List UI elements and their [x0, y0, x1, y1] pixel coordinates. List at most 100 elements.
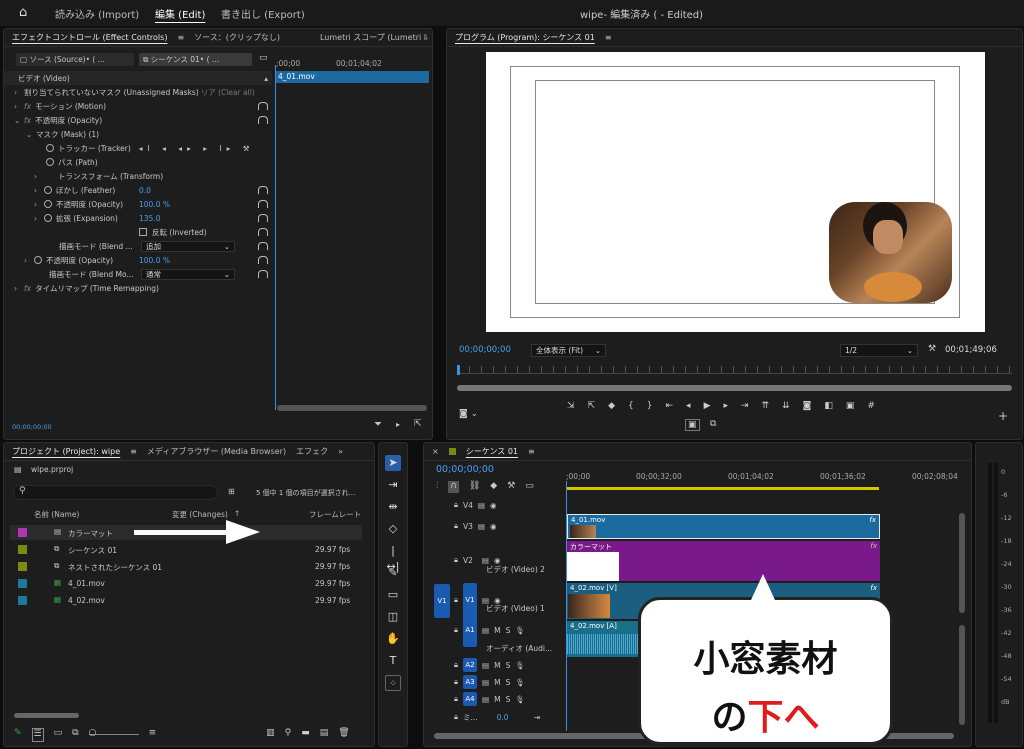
row-opacity[interactable]: ⌄ fx 不透明度 (Opacity): [4, 113, 272, 127]
lock-icon[interactable]: 🔒︎: [454, 500, 458, 510]
play-audio-icon[interactable]: ▸: [396, 420, 400, 429]
work-area-bar[interactable]: [566, 487, 879, 490]
sort-icon[interactable]: ≡: [149, 728, 157, 742]
play-icon[interactable]: ▶: [704, 401, 711, 415]
trash-icon[interactable]: 🗑: [338, 728, 349, 742]
stopwatch-icon[interactable]: [34, 256, 42, 264]
timeline-vscroll-upper[interactable]: [959, 513, 965, 613]
compare-icon[interactable]: ◧: [824, 401, 833, 415]
marker-icon[interactable]: ◆: [608, 401, 615, 415]
go-to-out-icon[interactable]: ⇥: [741, 401, 749, 415]
reset-icon[interactable]: [258, 200, 268, 208]
selection-tool-icon[interactable]: ➤: [385, 455, 401, 471]
ripple-edit-tool-icon[interactable]: ⇹: [385, 499, 401, 515]
label-color-swatch[interactable]: [18, 579, 27, 588]
clear-all-label[interactable]: リア (Clear all): [201, 87, 255, 98]
program-playhead[interactable]: [457, 365, 460, 375]
grid-icon[interactable]: #: [867, 401, 875, 415]
reset-icon[interactable]: [258, 116, 268, 124]
row-motion[interactable]: › fx モーション (Motion): [4, 99, 272, 113]
mark-in-icon[interactable]: ⇲: [567, 401, 575, 415]
solo-button[interactable]: S: [506, 678, 511, 687]
feather-value[interactable]: 0.0: [139, 186, 151, 195]
track-target-v1[interactable]: V1: [463, 583, 477, 617]
stopwatch-icon[interactable]: [46, 144, 54, 152]
new-item-icon[interactable]: ▤: [320, 728, 329, 742]
reset-icon[interactable]: [258, 186, 268, 194]
reset-icon[interactable]: [258, 242, 268, 250]
settings-wrench-icon[interactable]: ⚒: [928, 344, 936, 354]
rectangle-tool-icon[interactable]: ▭: [385, 587, 401, 603]
nest-icon[interactable]: ⫶: [436, 481, 438, 493]
lock-icon[interactable]: 🔒︎: [454, 625, 458, 635]
step-back-icon[interactable]: ◂: [686, 401, 691, 415]
vr-icon[interactable]: ▣: [685, 419, 700, 431]
tab-effect-controls[interactable]: エフェクトコントロール (Effect Controls): [12, 32, 167, 43]
menu-import[interactable]: 読み込み (Import): [55, 6, 139, 21]
header-rate[interactable]: フレームレート: [309, 509, 361, 520]
eye-icon[interactable]: ◉: [490, 522, 497, 531]
menu-export[interactable]: 書き出し (Export): [221, 6, 305, 21]
icon-view-icon[interactable]: ▭: [54, 728, 63, 742]
solo-button[interactable]: S: [506, 661, 511, 670]
menu-edit[interactable]: 編集 (Edit): [155, 6, 205, 21]
timeline-vscroll-lower[interactable]: [959, 625, 965, 725]
project-row-3[interactable]: ▦ 4_01.mov 29.97 fps: [10, 576, 362, 591]
close-tab-icon[interactable]: ×: [432, 447, 439, 456]
ec-clip-bar[interactable]: 4_01.mov: [275, 71, 429, 83]
clip-v3[interactable]: 4_01.mov fx: [567, 514, 880, 539]
tracker-controls[interactable]: ◂I ◂ ◂▸ ▸ I▸ ⚒: [139, 144, 255, 153]
mute-button[interactable]: M: [494, 626, 500, 635]
program-settings-icon[interactable]: ◙ ⌄: [459, 409, 478, 419]
captions-icon[interactable]: ▭: [525, 481, 534, 493]
label-color-swatch[interactable]: [18, 562, 27, 571]
track-target-a2[interactable]: A2: [463, 658, 477, 672]
mic-icon[interactable]: 🎙︎: [515, 695, 525, 704]
mute-button[interactable]: M: [494, 661, 500, 670]
resolution-dropdown[interactable]: 1/2 ⌄: [840, 344, 918, 357]
mix-end-icon[interactable]: ⇥: [534, 713, 540, 722]
tab-lumetri[interactable]: Lumetri スコープ (Lumetri ﾙ: [320, 32, 428, 43]
safe-margins-icon[interactable]: ▣: [846, 401, 855, 415]
mute-button[interactable]: M: [494, 695, 500, 704]
reset-icon[interactable]: [258, 270, 268, 278]
mark-out-icon[interactable]: ⇱: [588, 401, 596, 415]
extract-icon[interactable]: ⇊: [782, 401, 790, 415]
reset-icon[interactable]: [258, 102, 268, 110]
label-color-swatch[interactable]: [18, 528, 27, 537]
film-icon[interactable]: ▤: [478, 522, 485, 531]
mic-icon[interactable]: 🎙︎: [515, 626, 525, 635]
film-icon[interactable]: ▤: [482, 695, 489, 704]
project-search-input[interactable]: ⚲: [13, 485, 218, 500]
sequence-button[interactable]: ⧉ シーケンス 01• ( ...: [139, 53, 252, 66]
row-time-remap[interactable]: › fx タイムリマップ (Time Remapping): [4, 281, 272, 295]
tab-effects[interactable]: エフェク: [296, 446, 328, 457]
track-target-a1[interactable]: A1: [463, 613, 477, 647]
pencil-icon[interactable]: ✎: [14, 728, 22, 742]
project-row-4[interactable]: ▦ 4_02.mov 29.97 fps: [10, 593, 362, 608]
list-view-icon[interactable]: ☰: [31, 728, 44, 742]
timeline-ruler[interactable]: ;00;00 00;00;32;00 00;01;04;02 00;01;36;…: [566, 470, 958, 492]
lift-icon[interactable]: ⇈: [762, 401, 770, 415]
project-hscroll[interactable]: [14, 713, 79, 718]
label-color-swatch[interactable]: [18, 596, 27, 605]
panel-toggle-icon[interactable]: ▭: [259, 53, 268, 63]
tab-sequence[interactable]: シーケンス 01: [466, 446, 518, 457]
step-forward-icon[interactable]: ▸: [723, 401, 728, 415]
go-to-in-icon[interactable]: ⇤: [665, 401, 673, 415]
track-select-tool-icon[interactable]: ⇥: [385, 477, 401, 493]
expansion-value[interactable]: 135.0: [139, 214, 160, 223]
stopwatch-icon[interactable]: [44, 186, 52, 194]
lock-icon[interactable]: 🔒︎: [454, 521, 458, 531]
solo-button[interactable]: S: [506, 626, 511, 635]
new-bin-icon[interactable]: ⊞: [228, 487, 235, 496]
row-unassigned-masks[interactable]: › 割り当てられていないマスク (Unassigned Masks) リア (Cle…: [4, 85, 272, 99]
eye-icon[interactable]: ◉: [490, 501, 497, 510]
tab-menu-icon[interactable]: ≡: [528, 447, 535, 456]
pen-tool-icon[interactable]: ✎: [385, 565, 401, 581]
program-zoom-bar[interactable]: [457, 385, 1012, 391]
lock-icon[interactable]: 🔒︎: [454, 595, 458, 605]
program-canvas[interactable]: [486, 52, 985, 332]
film-icon[interactable]: ▤: [478, 501, 485, 510]
zoom-slider[interactable]: ○: [88, 728, 139, 738]
